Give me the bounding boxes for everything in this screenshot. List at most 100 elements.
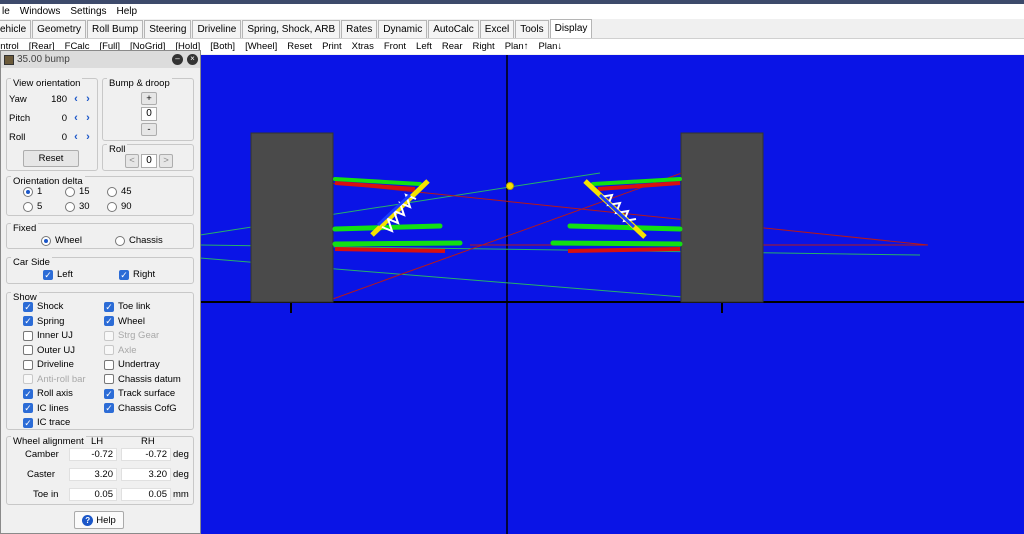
delta-label: 15 bbox=[79, 186, 90, 197]
show-undertray-checkbox[interactable]: Undertray bbox=[104, 359, 160, 370]
radio-icon bbox=[65, 201, 75, 212]
menu-settings[interactable]: Settings bbox=[65, 6, 111, 17]
show-item-label: Roll axis bbox=[37, 388, 73, 399]
group-label: Fixed bbox=[11, 223, 39, 234]
toolbar-rear[interactable]: Rear bbox=[437, 41, 468, 52]
yaw-decrease-icon[interactable]: ‹ bbox=[70, 93, 82, 105]
pitch-increase-icon[interactable]: › bbox=[82, 112, 94, 124]
pitch-decrease-icon[interactable]: ‹ bbox=[70, 112, 82, 124]
toolbar-xtras[interactable]: Xtras bbox=[347, 41, 379, 52]
fixed-chassis-radio[interactable]: Chassis bbox=[115, 235, 163, 246]
delta-label: 45 bbox=[121, 186, 132, 197]
minimize-icon[interactable]: – bbox=[172, 54, 183, 65]
tab-roll-bump[interactable]: Roll Bump bbox=[87, 20, 144, 38]
car-side-right-checkbox[interactable]: ✓ Right bbox=[119, 269, 155, 280]
group-label: Roll bbox=[107, 144, 128, 155]
toolbar-both[interactable]: [Both] bbox=[205, 41, 240, 52]
show-item-label: Inner UJ bbox=[37, 330, 73, 341]
show-item-label: Outer UJ bbox=[37, 344, 76, 356]
roll-left-button[interactable]: < bbox=[125, 154, 139, 168]
bump-decrease-button[interactable]: - bbox=[141, 123, 157, 136]
show-spring-checkbox[interactable]: ✓ Spring bbox=[23, 316, 64, 327]
show-item-label: Track surface bbox=[118, 388, 176, 399]
show-ic-trace-checkbox[interactable]: ✓ IC trace bbox=[23, 417, 70, 428]
tab-autocalc[interactable]: AutoCalc bbox=[428, 20, 479, 38]
pitch-label: Pitch bbox=[9, 112, 31, 124]
toolbar-plan-up[interactable]: Plan↑ bbox=[500, 41, 534, 52]
checkbox-checked-icon: ✓ bbox=[23, 301, 33, 312]
caster-rh-value: 3.20 bbox=[121, 468, 171, 481]
tab-geometry[interactable]: Geometry bbox=[32, 20, 87, 38]
yaw-increase-icon[interactable]: › bbox=[82, 93, 94, 105]
help-label: Help bbox=[96, 514, 116, 526]
roll-label: Roll bbox=[9, 131, 26, 143]
show-axle-checkbox: Axle bbox=[104, 345, 136, 356]
delta-option-15[interactable]: 15 bbox=[65, 186, 90, 197]
tab-dynamic[interactable]: Dynamic bbox=[378, 20, 428, 38]
tab-rates[interactable]: Rates bbox=[341, 20, 378, 38]
tab-vehicle[interactable]: ehicle bbox=[0, 20, 32, 38]
show-track-surface-checkbox[interactable]: ✓ Track surface bbox=[104, 388, 175, 399]
menu-file[interactable]: le bbox=[0, 6, 15, 17]
bump-increase-button[interactable]: + bbox=[141, 92, 157, 105]
toolbar-left[interactable]: Left bbox=[411, 41, 437, 52]
checkbox-checked-icon: ✓ bbox=[119, 269, 129, 280]
tab-spring-shock-arb[interactable]: Spring, Shock, ARB bbox=[242, 20, 341, 38]
tab-steering[interactable]: Steering bbox=[144, 20, 192, 38]
show-driveline-checkbox[interactable]: Driveline bbox=[23, 359, 74, 370]
display-panel: 35.00 bump – × View orientation Yaw 180 … bbox=[0, 50, 201, 534]
bump-value: 0 bbox=[141, 107, 157, 121]
show-item-label: Toe link bbox=[118, 301, 151, 312]
bump-droop-group: Bump & droop + 0 - bbox=[102, 78, 194, 141]
help-button[interactable]: ? Help bbox=[74, 511, 124, 529]
roll-right-button[interactable]: > bbox=[159, 154, 173, 168]
tab-driveline[interactable]: Driveline bbox=[192, 20, 242, 38]
checkbox-icon bbox=[104, 374, 114, 384]
tab-display[interactable]: Display bbox=[549, 19, 593, 38]
show-chassis-datum-checkbox[interactable]: Chassis datum bbox=[104, 374, 181, 385]
rh-header: RH bbox=[141, 436, 155, 447]
show-inner-uj-checkbox[interactable]: Inner UJ bbox=[23, 330, 73, 341]
car-side-left-checkbox[interactable]: ✓ Left bbox=[43, 269, 73, 280]
toolbar-plan-down[interactable]: Plan↓ bbox=[533, 41, 567, 52]
show-ic-lines-checkbox[interactable]: ✓ IC lines bbox=[23, 403, 69, 414]
delta-option-30[interactable]: 30 bbox=[65, 201, 90, 212]
show-toe-link-checkbox[interactable]: ✓ Toe link bbox=[104, 301, 150, 312]
fixed-wheel-radio[interactable]: Wheel bbox=[41, 235, 82, 246]
checkbox-checked-icon: ✓ bbox=[23, 388, 33, 399]
roll-increase-icon[interactable]: › bbox=[82, 131, 94, 143]
right-lower-arm bbox=[550, 240, 683, 247]
panel-title: 35.00 bump bbox=[17, 54, 70, 65]
tab-excel[interactable]: Excel bbox=[479, 20, 515, 38]
group-label: Car Side bbox=[11, 257, 52, 268]
delta-option-45[interactable]: 45 bbox=[107, 186, 132, 197]
radio-icon bbox=[107, 201, 117, 212]
show-chassis-cofg-checkbox[interactable]: ✓ Chassis CofG bbox=[104, 403, 177, 414]
reset-button[interactable]: Reset bbox=[23, 150, 79, 167]
roll-decrease-icon[interactable]: ‹ bbox=[70, 131, 82, 143]
show-outer-uj-checkbox[interactable]: Outer UJ bbox=[23, 345, 75, 356]
show-shock-checkbox[interactable]: ✓ Shock bbox=[23, 301, 63, 312]
close-icon[interactable]: × bbox=[187, 54, 198, 65]
toolbar-front[interactable]: Front bbox=[379, 41, 411, 52]
left-lower-arm-rear bbox=[334, 247, 446, 253]
camber-row: Camber -0.72 -0.72 deg bbox=[9, 448, 195, 462]
toolbar-print[interactable]: Print bbox=[317, 41, 347, 52]
show-wheel-checkbox[interactable]: ✓ Wheel bbox=[104, 316, 145, 327]
panel-titlebar[interactable]: 35.00 bump – × bbox=[1, 51, 200, 68]
toolbar-reset[interactable]: Reset bbox=[282, 41, 317, 52]
toe-in-row: Toe in 0.05 0.05 mm bbox=[9, 488, 195, 502]
delta-option-5[interactable]: 5 bbox=[23, 201, 42, 212]
menu-windows[interactable]: Windows bbox=[15, 6, 66, 17]
menu-help[interactable]: Help bbox=[112, 6, 143, 17]
checkbox-checked-icon: ✓ bbox=[104, 388, 114, 399]
toolbar-wheel[interactable]: [Wheel] bbox=[240, 41, 282, 52]
toolbar-right[interactable]: Right bbox=[468, 41, 500, 52]
tab-tools[interactable]: Tools bbox=[515, 20, 549, 38]
show-item-label: Strg Gear bbox=[118, 330, 160, 341]
car-side-left-label: Left bbox=[57, 269, 73, 280]
delta-option-1[interactable]: 1 bbox=[23, 186, 42, 197]
delta-option-90[interactable]: 90 bbox=[107, 201, 132, 212]
left-lower-arm bbox=[332, 240, 463, 247]
show-roll-axis-checkbox[interactable]: ✓ Roll axis bbox=[23, 388, 73, 399]
